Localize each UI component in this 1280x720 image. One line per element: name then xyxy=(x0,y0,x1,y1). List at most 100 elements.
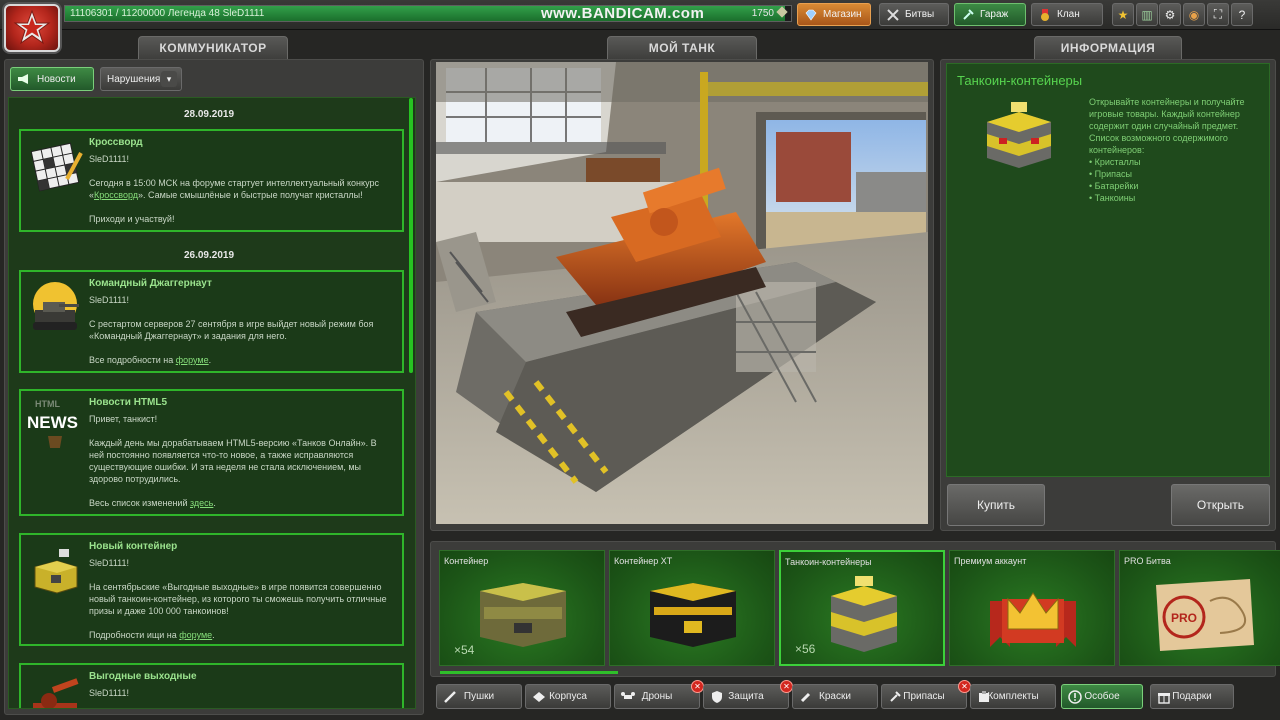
category-drones[interactable]: Дроны ✕ xyxy=(614,680,704,709)
kit-icon xyxy=(979,691,989,702)
crystals-counter: 1750 xyxy=(751,6,788,19)
news-text-part: ». Самые смышлёные и быстрые получат кри… xyxy=(138,190,363,200)
chevron-down-icon: ▾ xyxy=(161,71,177,87)
garage-label: Гараж xyxy=(980,9,1009,20)
juggernaut-thumbnail-icon xyxy=(33,282,79,330)
contents-list-item: • Припасы xyxy=(1089,169,1133,179)
rank-badge[interactable] xyxy=(4,4,60,52)
violations-dropdown[interactable]: Нарушения ▾ xyxy=(100,67,182,91)
tankoin-container-image xyxy=(987,102,1051,168)
battles-label: Битвы xyxy=(905,9,935,20)
news-body: SleD1111! С рестартом серверов 27 сентяб… xyxy=(89,294,394,378)
category-protection[interactable]: Защита ✕ xyxy=(703,680,793,709)
open-button[interactable]: Открыть xyxy=(1171,484,1270,526)
news-list[interactable]: 28.09.2019 Кроссворд SleD1111! Сегодня в… xyxy=(8,97,416,709)
news-card-juggernaut: Командный Джаггернаут SleD1111! С рестар… xyxy=(19,270,404,373)
item-description-text: Открывайте контейнеры и получайте игровы… xyxy=(1089,96,1261,204)
item-container[interactable]: Контейнер ×54 xyxy=(439,550,605,666)
forum-link[interactable]: форуме xyxy=(179,630,212,640)
news-text: Весь список изменений здесь. xyxy=(89,497,394,509)
experience-bar: 11106301 / 11200000 Легенда 48 SleD1111 … xyxy=(64,5,792,22)
watermark: www.BANDICAM.com xyxy=(541,5,705,22)
category-hulls[interactable]: Корпуса xyxy=(525,684,611,709)
news-text-part: Подробности ищи на xyxy=(89,630,180,640)
garage-button[interactable]: Гараж xyxy=(954,3,1026,26)
top-bar: 11106301 / 11200000 Легенда 48 SleD1111 … xyxy=(0,0,1280,52)
item-name: Танкоин-контейнеры xyxy=(785,557,872,567)
sound-icon[interactable]: ◉ xyxy=(1183,3,1205,26)
news-body: SleD1111! xyxy=(89,687,394,708)
hull-icon xyxy=(533,692,545,702)
news-text: Приходи и участвуй! xyxy=(89,214,175,224)
fullscreen-icon[interactable]: ⛶ xyxy=(1207,3,1229,26)
help-icon[interactable]: ? xyxy=(1231,3,1253,26)
changelog-link[interactable]: здесь xyxy=(190,498,213,508)
crossword-link[interactable]: Кроссворд xyxy=(94,190,138,200)
drone-icon xyxy=(621,692,635,699)
news-button[interactable]: Новости xyxy=(10,67,94,91)
item-description: Танкоин-контейнеры Открывайте контейнеры… xyxy=(946,63,1270,477)
shop-label: Магазин xyxy=(823,9,862,20)
item-premium-account[interactable]: Премиум аккаунт xyxy=(949,550,1115,666)
news-text: Подробности ищи на форуме. xyxy=(89,629,394,641)
category-guns[interactable]: Пушки xyxy=(436,684,522,709)
news-greeting: SleD1111! xyxy=(89,688,130,698)
item-container-xt[interactable]: Контейнер XT xyxy=(609,550,775,666)
news-body: SleD1111! Сегодня в 15:00 МСК на форуме … xyxy=(89,153,394,237)
communicator-tab: КОММУНИКАТОР xyxy=(138,36,288,60)
category-label: Особое xyxy=(1084,691,1120,702)
shop-button[interactable]: Магазин xyxy=(797,3,871,26)
category-supplies[interactable]: Припасы ✕ xyxy=(881,680,971,709)
experience-text: 11106301 / 11200000 Легенда 48 SleD1111 xyxy=(70,8,265,19)
settings-icon[interactable]: ⚙ xyxy=(1159,3,1181,26)
thumbnail-text-small: HTML xyxy=(35,399,60,409)
news-title: Выгодные выходные xyxy=(89,671,197,682)
news-text: Все подробности на форуме. xyxy=(89,354,394,366)
cannon-thumbnail-icon xyxy=(33,678,79,708)
forum-link[interactable]: форуме xyxy=(176,355,209,365)
container-thumbnail-icon xyxy=(34,549,78,594)
category-gifts[interactable]: Подарки xyxy=(1150,684,1234,709)
news-button-label: Новости xyxy=(37,73,76,85)
item-count: ×56 xyxy=(795,642,816,656)
gun-icon xyxy=(444,691,456,703)
container-xt-image xyxy=(650,583,736,647)
news-date: 28.09.2019 xyxy=(183,109,235,120)
missions-icon[interactable]: ▥ xyxy=(1136,3,1158,26)
crossword-thumbnail-icon xyxy=(30,142,83,192)
contents-list-item: • Танкоины xyxy=(1089,193,1136,203)
news-text: На сентябрьские «Выгодные выходные» в иг… xyxy=(89,582,387,616)
buy-button[interactable]: Купить xyxy=(947,484,1045,526)
diamond-icon xyxy=(805,9,817,21)
category-paints[interactable]: Краски xyxy=(792,684,878,709)
item-tankoin-containers[interactable]: Танкоин-контейнеры ×56 xyxy=(779,550,945,666)
news-card-weekend: Выгодные выходные SleD1111! xyxy=(19,663,404,708)
category-kits[interactable]: Комплекты xyxy=(970,684,1056,709)
news-scrollbar[interactable] xyxy=(409,98,413,373)
news-title: Командный Джаггернаут xyxy=(89,278,212,289)
my-tank-tab: МОЙ ТАНК xyxy=(607,36,757,60)
items-scrollbar[interactable] xyxy=(440,671,618,674)
news-text-part: Все подробности на xyxy=(89,355,176,365)
crystals-value: 1750 xyxy=(751,8,774,19)
news-text-part: . xyxy=(212,630,215,640)
clan-medal-icon xyxy=(1041,8,1049,21)
clan-button[interactable]: Клан xyxy=(1031,3,1103,26)
news-text-part: Весь список изменений xyxy=(89,498,190,508)
star-icon[interactable]: ★ xyxy=(1112,3,1134,26)
category-label: Корпуса xyxy=(549,691,587,702)
pro-battle-ticket-image: PRO xyxy=(1156,579,1254,651)
category-label: Краски xyxy=(819,691,851,702)
swords-icon xyxy=(887,8,899,21)
item-name: Контейнер XT xyxy=(614,556,673,566)
crystal-icon xyxy=(776,6,788,18)
item-pro-battle[interactable]: PRO Битва PRO xyxy=(1119,550,1280,666)
garage-scene[interactable] xyxy=(436,62,928,524)
battles-button[interactable]: Битвы xyxy=(879,3,949,26)
item-name: Контейнер xyxy=(444,556,489,566)
category-special[interactable]: Особое xyxy=(1061,684,1143,709)
news-greeting: SleD1111! xyxy=(89,154,130,164)
megaphone-icon xyxy=(18,74,28,84)
shield-icon xyxy=(712,691,722,703)
pro-stamp-text: PRO xyxy=(1171,611,1197,625)
